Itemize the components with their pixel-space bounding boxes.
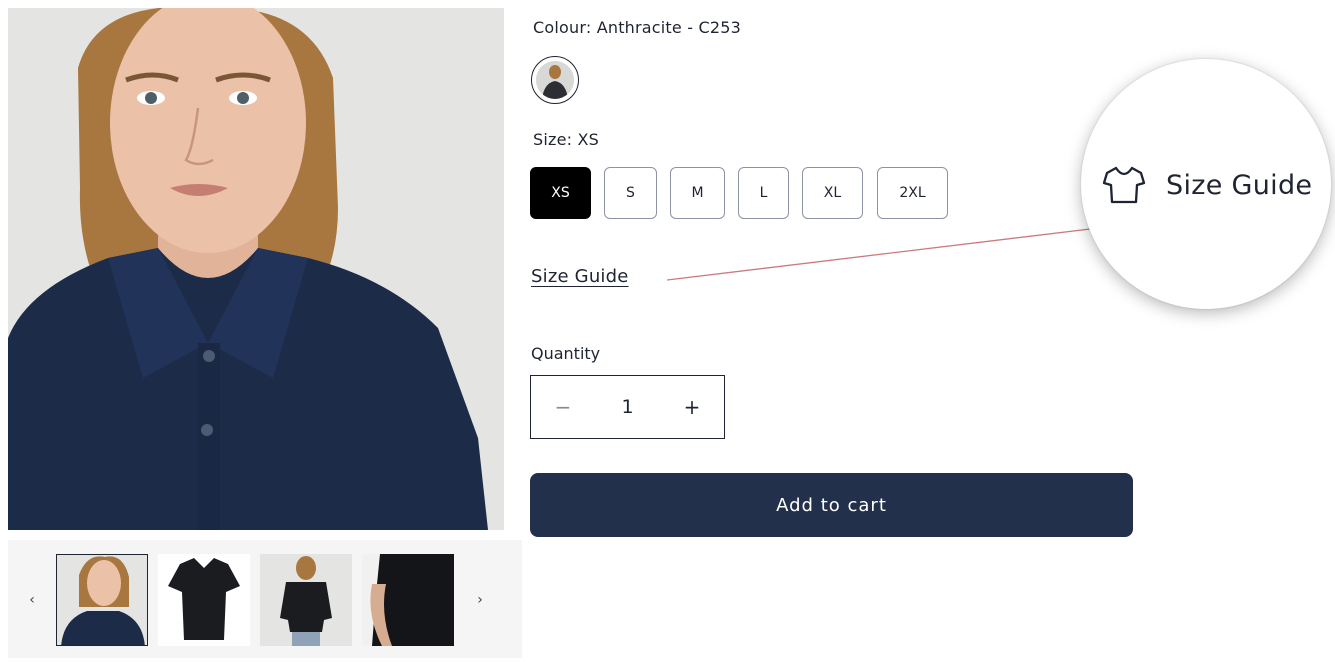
size-guide-zoomed[interactable]: Size Guide xyxy=(1102,165,1312,205)
quantity-stepper: − + xyxy=(530,375,725,439)
size-option-2xl[interactable]: 2XL xyxy=(877,167,948,219)
main-product-image[interactable] xyxy=(8,8,504,530)
t-shirt-icon xyxy=(1102,166,1146,204)
quantity-label: Quantity xyxy=(531,344,601,363)
quantity-decrease-button[interactable]: − xyxy=(531,376,595,438)
thumbnail-strip: ‹ › xyxy=(8,540,522,658)
size-guide-zoomed-label: Size Guide xyxy=(1166,169,1313,201)
colour-swatch-anthracite[interactable] xyxy=(531,56,579,104)
quantity-input[interactable] xyxy=(595,376,660,438)
thumbnail-model-back[interactable] xyxy=(260,554,352,646)
size-option-l[interactable]: L xyxy=(738,167,789,219)
size-option-xs[interactable]: XS xyxy=(530,167,591,219)
quantity-increase-button[interactable]: + xyxy=(660,376,724,438)
size-guide-link[interactable]: Size Guide xyxy=(531,266,629,287)
thumbnail-shirt-detail[interactable] xyxy=(362,554,454,646)
colour-label: Colour: Anthracite - C253 xyxy=(533,18,742,37)
size-option-s[interactable]: S xyxy=(604,167,657,219)
size-guide-magnifier-callout: Size Guide xyxy=(1081,59,1331,309)
size-label: Size: XS xyxy=(533,130,600,149)
size-option-m[interactable]: M xyxy=(670,167,725,219)
thumbnail-model-front[interactable] xyxy=(56,554,148,646)
add-to-cart-button[interactable]: Add to cart xyxy=(530,473,1133,537)
size-option-xl[interactable]: XL xyxy=(802,167,863,219)
swatch-image xyxy=(536,61,574,99)
chevron-left-icon[interactable]: ‹ xyxy=(22,588,42,612)
thumbnail-shirt-flat[interactable] xyxy=(158,554,250,646)
chevron-right-icon[interactable]: › xyxy=(470,588,490,612)
